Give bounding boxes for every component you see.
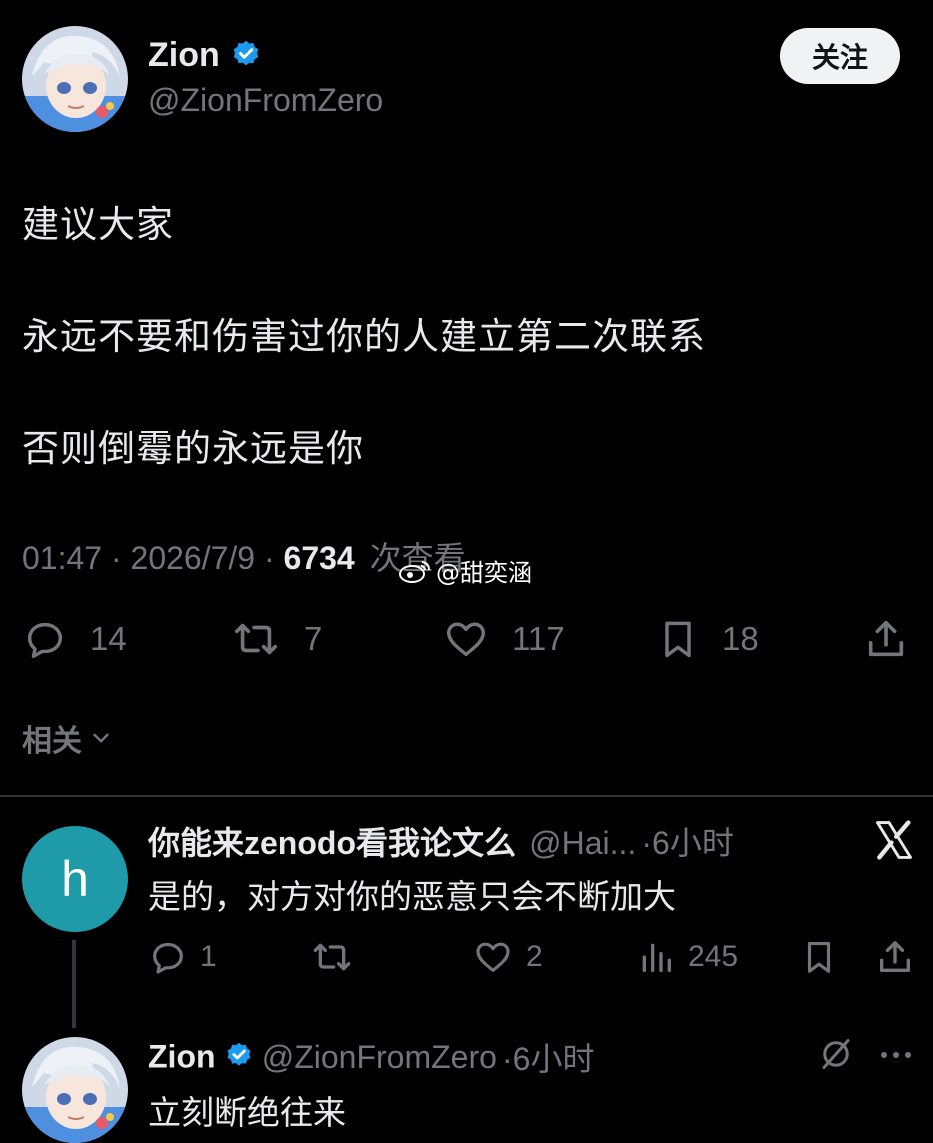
reply1-like-button[interactable]: 2 xyxy=(472,934,543,980)
author-name-row: Zion xyxy=(148,36,261,75)
reply2-time[interactable]: ·6小时 xyxy=(502,1041,594,1077)
weibo-logo-icon xyxy=(399,560,430,583)
weibo-watermark: @甜奕涵 xyxy=(398,553,532,588)
reply-button[interactable]: 14 xyxy=(22,612,127,666)
reply1-bookmark-button[interactable] xyxy=(800,934,838,980)
reply1-retweet-button[interactable] xyxy=(310,934,354,980)
verified-badge-icon xyxy=(225,1041,253,1073)
reply1-share-button[interactable] xyxy=(874,934,916,980)
analytics-icon xyxy=(642,943,671,972)
reply1-header: 你能来zenodo看我论文么 @Hai... ·6小时 xyxy=(148,818,734,864)
retweet-count: 7 xyxy=(304,620,323,657)
grok-icon[interactable] xyxy=(818,1036,854,1076)
reply1-text: 是的，对方对你的恶意只会不断加大 xyxy=(148,877,676,916)
reply2-author-name[interactable]: Zion xyxy=(148,1039,216,1075)
reply2-avatar[interactable] xyxy=(22,1037,128,1143)
related-label: 相关 xyxy=(22,724,82,759)
author-handle[interactable]: @ZionFromZero xyxy=(148,82,383,119)
bookmark-count: 18 xyxy=(722,620,759,657)
more-options-icon[interactable] xyxy=(878,1040,914,1074)
verified-badge-icon xyxy=(231,39,261,73)
retweet-icon xyxy=(313,943,351,971)
tweet-text-line-3: 否则倒霉的永远是你 xyxy=(22,427,364,470)
reply1-time[interactable]: ·6小时 xyxy=(641,825,733,861)
view-count: 6734 xyxy=(283,540,355,576)
follow-button[interactable]: 关注 xyxy=(780,28,900,84)
tweet-text-line-1: 建议大家 xyxy=(22,203,174,246)
share-button[interactable] xyxy=(862,612,910,666)
reply-icon xyxy=(153,942,183,974)
reply1-avatar[interactable]: h xyxy=(22,826,128,932)
reply2-text: 立刻断绝往来 xyxy=(148,1093,346,1132)
retweet-button[interactable]: 7 xyxy=(230,612,322,666)
reply1-author-name[interactable]: 你能来zenodo看我论文么 xyxy=(148,825,516,861)
reply1-view-count: 245 xyxy=(688,940,739,973)
reply1-views-button[interactable]: 245 xyxy=(636,934,738,980)
bookmark-button[interactable]: 18 xyxy=(656,612,759,666)
x-logo-icon xyxy=(872,818,916,866)
tweet-time[interactable]: 01:47 xyxy=(22,540,102,576)
heart-icon xyxy=(476,942,510,972)
reply1-reply-button[interactable]: 1 xyxy=(148,934,217,980)
reply2-header: Zion @ZionFromZero ·6小时 xyxy=(148,1034,594,1080)
reply-count: 14 xyxy=(90,620,127,657)
retweet-icon xyxy=(235,623,277,655)
watermark-text: @甜奕涵 xyxy=(436,559,532,587)
reply1-reply-count: 1 xyxy=(200,940,217,973)
reply-icon xyxy=(27,622,63,658)
chevron-down-icon xyxy=(93,733,109,743)
share-icon xyxy=(880,941,910,972)
tweet-text-line-2: 永远不要和伤害过你的人建立第二次联系 xyxy=(22,315,706,358)
reply1-like-count: 2 xyxy=(526,940,543,973)
related-toggle[interactable]: 相关 xyxy=(22,716,114,760)
author-name[interactable]: Zion xyxy=(148,36,220,74)
reply2-author-handle[interactable]: @ZionFromZero xyxy=(262,1039,497,1075)
author-avatar[interactable] xyxy=(22,26,128,132)
like-count: 117 xyxy=(512,620,565,657)
bookmark-icon xyxy=(807,941,831,973)
like-button[interactable]: 117 xyxy=(442,612,565,666)
tweet-date[interactable]: 2026/7/9 xyxy=(131,540,256,576)
heart-icon xyxy=(447,622,485,657)
reply1-author-handle[interactable]: @Hai... xyxy=(529,825,636,861)
share-icon xyxy=(868,620,904,657)
bookmark-icon xyxy=(665,621,691,658)
thread-connector xyxy=(72,940,76,1028)
section-divider xyxy=(0,795,933,797)
